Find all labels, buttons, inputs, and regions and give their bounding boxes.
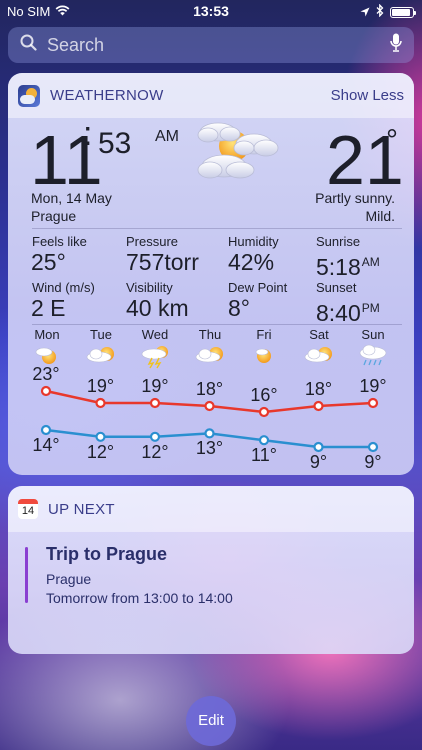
search-bar[interactable]: Search (8, 27, 414, 63)
search-input[interactable]: Search (47, 35, 390, 56)
battery-level (392, 8, 410, 16)
up-next-header: 14 UP NEXT (8, 486, 414, 532)
calendar-icon: 14 (18, 499, 38, 519)
event-time: Tomorrow from 13:00 to 14:00 (46, 590, 233, 606)
calendar-day: 14 (21, 505, 35, 517)
status-time: 13:53 (193, 3, 229, 19)
low-temp-label: 12° (141, 441, 169, 462)
low-temp-label: 12° (86, 441, 115, 462)
high-temp-label: 19° (86, 376, 115, 396)
low-temp-point (204, 428, 215, 439)
high-temp-point (149, 397, 161, 409)
high-temp-point (313, 400, 324, 412)
low-temp-point (149, 431, 161, 442)
event-title[interactable]: Trip to Prague (46, 544, 167, 565)
low-temp-point (367, 441, 379, 453)
event-location: Prague (46, 571, 92, 587)
event-color-bar (25, 547, 28, 603)
high-temp-point (40, 385, 52, 397)
battery-icon (390, 6, 416, 18)
high-temp-point (258, 406, 270, 418)
high-temp-point (204, 400, 215, 412)
low-temp-point (258, 435, 270, 446)
high-temp-label: 16° (250, 385, 278, 405)
low-temp-point (313, 441, 324, 453)
edit-button[interactable]: Edit (186, 696, 236, 746)
low-temp-label: 14° (32, 435, 60, 455)
high-temp-label: 18° (195, 379, 224, 399)
up-next-widget[interactable]: 14 UP NEXT Trip to Prague Prague Tomorro… (8, 486, 414, 654)
high-temp-label: 19° (141, 376, 169, 396)
low-temp-label: 9° (309, 452, 328, 472)
low-temp-label: 9° (364, 452, 382, 472)
bluetooth-icon (376, 3, 384, 20)
location-arrow-icon (360, 5, 370, 20)
low-temp-label: 13° (195, 438, 224, 459)
high-temp-label: 19° (359, 376, 387, 396)
high-temp-label: 18° (304, 379, 333, 399)
temperature-chart (40, 385, 379, 453)
high-temp-point (367, 397, 379, 409)
high-temp-label: 23° (32, 364, 60, 384)
low-temp-label: 11° (251, 445, 277, 466)
up-next-title: UP NEXT (48, 500, 115, 518)
search-icon (20, 34, 37, 56)
weather-widget[interactable]: WEATHERNOW Show Less 11 : 53 AM Mon, 14 … (8, 73, 414, 475)
high-temp-point (95, 397, 106, 409)
status-bar: No SIM 13:53 (0, 0, 422, 22)
low-temp-point (40, 424, 52, 436)
low-temp-point (95, 431, 106, 442)
microphone-icon[interactable] (390, 33, 402, 58)
